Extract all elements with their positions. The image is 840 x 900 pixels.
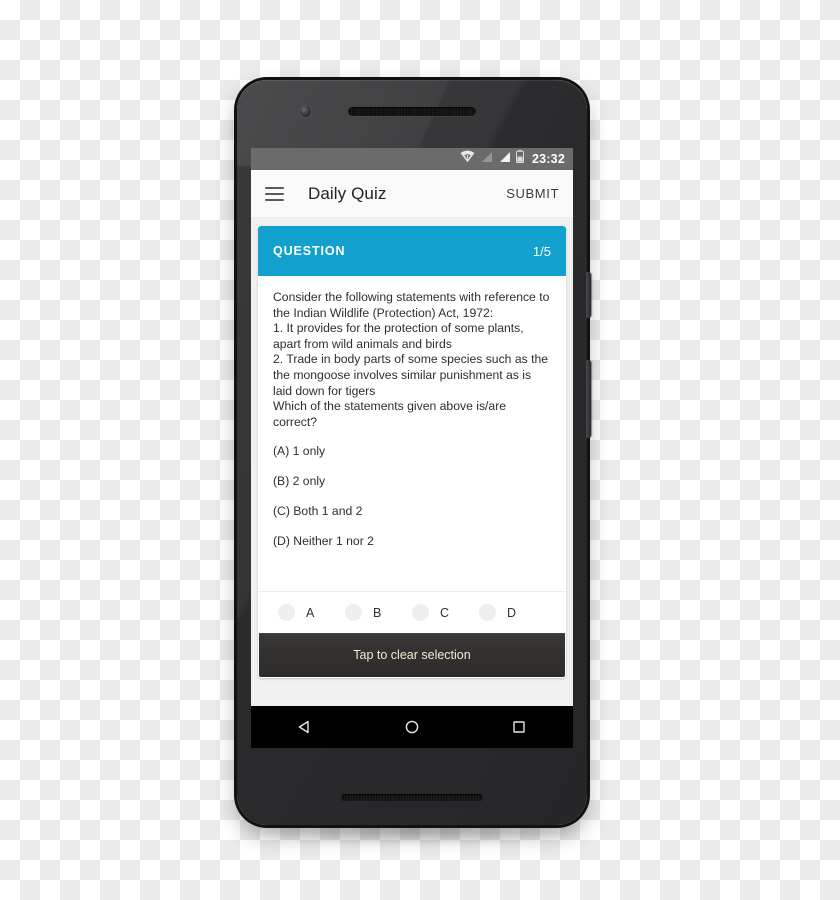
- option-a[interactable]: (A) 1 only: [273, 444, 551, 459]
- recents-square-icon[interactable]: [499, 706, 539, 748]
- hamburger-menu-icon[interactable]: [265, 186, 284, 201]
- options-list: (A) 1 only (B) 2 only (C) Both 1 and 2 (…: [273, 444, 551, 549]
- radio-circle-icon[interactable]: [345, 604, 362, 621]
- answer-radio-row: A B C D: [258, 591, 566, 633]
- quiz-card: QUESTION 1/5 Consider the following stat…: [258, 226, 566, 678]
- smartphone-device: 23:32 Daily Quiz SUBMIT QUESTION 1/5 Con…: [237, 80, 591, 825]
- status-bar: 23:32: [251, 148, 573, 170]
- android-navigation-bar: [251, 706, 573, 748]
- question-header-label: QUESTION: [273, 244, 346, 258]
- signal-bars-icon: [498, 150, 511, 168]
- question-counter: 1/5: [532, 243, 551, 259]
- option-c[interactable]: (C) Both 1 and 2: [273, 504, 551, 519]
- screenshot-canvas: 23:32 Daily Quiz SUBMIT QUESTION 1/5 Con…: [0, 0, 840, 900]
- wifi-icon: [460, 150, 475, 168]
- radio-label-d: D: [507, 605, 517, 620]
- question-body: Consider the following statements with r…: [258, 276, 566, 591]
- bottom-speaker-grille: [341, 794, 483, 801]
- question-text: Consider the following statements with r…: [273, 290, 550, 429]
- clear-selection-button[interactable]: Tap to clear selection: [259, 633, 565, 677]
- radio-circle-icon[interactable]: [412, 604, 429, 621]
- radio-option-c[interactable]: C: [412, 604, 479, 621]
- status-bar-clock: 23:32: [532, 152, 565, 166]
- radio-circle-icon[interactable]: [479, 604, 496, 621]
- back-triangle-icon[interactable]: [285, 706, 325, 748]
- radio-label-b: B: [373, 605, 382, 620]
- option-b[interactable]: (B) 2 only: [273, 474, 551, 489]
- page-title: Daily Quiz: [308, 183, 387, 203]
- radio-label-c: C: [440, 605, 450, 620]
- radio-option-b[interactable]: B: [345, 604, 412, 621]
- question-header-bar: QUESTION 1/5: [258, 226, 566, 276]
- radio-option-d[interactable]: D: [479, 604, 546, 621]
- radio-label-a: A: [306, 605, 315, 620]
- radio-circle-icon[interactable]: [278, 604, 295, 621]
- radio-option-a[interactable]: A: [278, 604, 345, 621]
- earpiece-speaker-grille: [348, 107, 476, 116]
- option-d[interactable]: (D) Neither 1 nor 2: [273, 534, 551, 549]
- app-bar: Daily Quiz SUBMIT: [251, 170, 573, 218]
- battery-icon: [516, 150, 525, 168]
- front-camera-icon: [300, 106, 311, 117]
- power-button[interactable]: [586, 272, 591, 318]
- signal-bars-dim-icon: [480, 150, 493, 168]
- volume-rocker-button[interactable]: [586, 360, 591, 438]
- content-area: QUESTION 1/5 Consider the following stat…: [251, 218, 573, 706]
- phone-screen: 23:32 Daily Quiz SUBMIT QUESTION 1/5 Con…: [251, 148, 573, 748]
- home-circle-icon[interactable]: [392, 706, 432, 748]
- submit-button[interactable]: SUBMIT: [506, 186, 559, 201]
